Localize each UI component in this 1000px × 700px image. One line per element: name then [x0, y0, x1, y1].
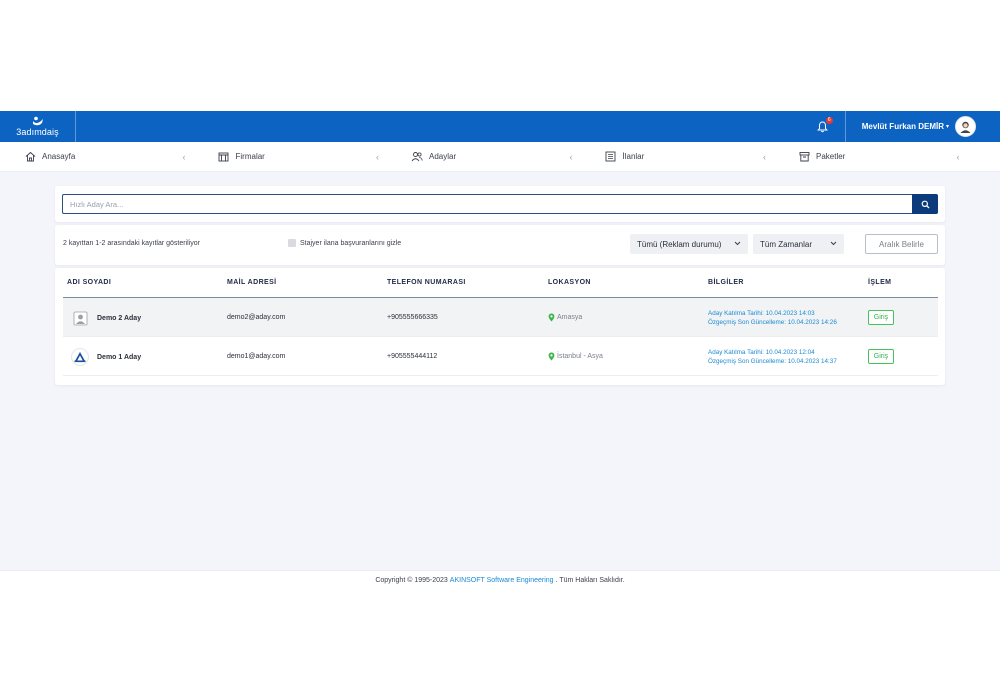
- candidate-location: Amasya: [548, 313, 582, 322]
- select-value: Tümü (Reklam durumu): [637, 239, 722, 249]
- nav-label: Firmalar: [235, 152, 265, 161]
- user-name: Mevlüt Furkan DEMİR: [861, 122, 944, 131]
- select-value: Tüm Zamanlar: [760, 239, 813, 249]
- hide-interns-checkbox[interactable]: Stajyer ilana başvuranlarını gizle: [288, 239, 401, 247]
- nav-item-ilanlar[interactable]: İlanlar ‹: [581, 142, 775, 171]
- candidate-info: Aday Katılma Tarihi: 10.04.2023 14:03 Öz…: [708, 309, 837, 327]
- search-input[interactable]: [62, 194, 912, 214]
- copyright-text: Copyright © 1995-2023: [375, 577, 448, 584]
- column-header-location[interactable]: LOKASYON: [548, 279, 591, 286]
- chevron-down-icon: [734, 241, 741, 248]
- logo-mark-icon: [32, 116, 43, 126]
- users-icon: [411, 151, 423, 163]
- filter-card: 2 kayıttan 1-2 arasındaki kayıtlar göste…: [55, 225, 945, 265]
- location-text: Amasya: [557, 314, 583, 321]
- candidate-email: demo1@aday.com: [227, 353, 286, 360]
- table-row[interactable]: Demo 2 Aday demo2@aday.com +905555666335…: [63, 298, 938, 337]
- rights-text: . Tüm Hakları Saklıdır.: [555, 577, 625, 584]
- table-header: ADI SOYADI MAİL ADRESİ TELEFON NUMARASI …: [63, 268, 938, 298]
- ad-status-select[interactable]: Tümü (Reklam durumu): [630, 234, 748, 254]
- column-header-action: İŞLEM: [868, 279, 892, 286]
- top-header: 3adımdaiş 6 Mevlüt Furkan DEMİR ▾: [0, 111, 1000, 142]
- content-area: 2 kayıttan 1-2 arasındaki kayıtlar göste…: [0, 172, 1000, 570]
- candidate-name[interactable]: Demo 1 Aday: [97, 354, 141, 361]
- nav-label: Adaylar: [429, 152, 457, 161]
- brand-name: 3adımdaiş: [16, 127, 59, 137]
- nav-item-adaylar[interactable]: Adaylar ‹: [387, 142, 581, 171]
- candidate-email: demo2@aday.com: [227, 314, 286, 321]
- time-select[interactable]: Tüm Zamanlar: [753, 234, 844, 254]
- list-icon: [605, 151, 617, 163]
- candidate-name-cell: Demo 1 Aday: [63, 348, 141, 366]
- join-date: Aday Katılma Tarihi: 10.04.2023 12:04: [708, 349, 815, 356]
- notification-badge: 6: [825, 116, 833, 124]
- date-range-button[interactable]: Aralık Belirle: [865, 234, 938, 254]
- candidate-phone: +905555444112: [387, 353, 438, 360]
- avatar: [71, 348, 89, 366]
- building-icon: [218, 151, 230, 163]
- location-text: İstanbul - Asya: [557, 353, 603, 360]
- table-row[interactable]: Demo 1 Aday demo1@aday.com +905555444112…: [63, 337, 938, 376]
- avatar[interactable]: [955, 116, 976, 137]
- column-header-name[interactable]: ADI SOYADI: [67, 279, 111, 286]
- login-button[interactable]: Giriş: [868, 310, 894, 325]
- notification-button[interactable]: 6: [813, 116, 833, 137]
- company-link[interactable]: AKINSOFT Software Engineering: [450, 577, 554, 584]
- chevron-down-icon: ▾: [945, 124, 949, 130]
- login-button[interactable]: Giriş: [868, 349, 894, 364]
- placeholder-avatar-icon: [73, 311, 87, 325]
- brand-logo[interactable]: 3adımdaiş: [0, 111, 76, 142]
- nav-label: Anasayfa: [42, 152, 76, 161]
- search-icon: [921, 200, 929, 208]
- column-header-phone[interactable]: TELEFON NUMARASI: [387, 279, 466, 286]
- checkbox[interactable]: [288, 239, 296, 247]
- nav-label: Paketler: [816, 152, 846, 161]
- cv-update-date: Özgeçmiş Son Güncelleme: 10.04.2023 14:3…: [708, 358, 837, 365]
- column-header-info[interactable]: BİLGİLER: [708, 279, 744, 286]
- nav-item-paketler[interactable]: Paketler ‹: [774, 142, 968, 171]
- column-header-email[interactable]: MAİL ADRESİ: [227, 279, 277, 286]
- candidate-phone: +905555666335: [387, 314, 438, 321]
- join-date: Aday Katılma Tarihi: 10.04.2023 14:03: [708, 310, 815, 317]
- records-info: 2 kayıttan 1-2 arasındaki kayıtlar göste…: [63, 240, 200, 247]
- chevron-down-icon: [830, 241, 837, 248]
- candidates-table: ADI SOYADI MAİL ADRESİ TELEFON NUMARASI …: [55, 268, 945, 385]
- user-avatar-icon: [960, 121, 971, 133]
- user-menu[interactable]: Mevlüt Furkan DEMİR ▾: [844, 111, 1000, 142]
- company-logo-icon: [72, 349, 88, 365]
- main-nav: Anasayfa ‹ Firmalar ‹ Adaylar ‹ İlanlar …: [0, 142, 1000, 172]
- chevron-left-icon: ‹: [569, 151, 573, 162]
- location-pin-icon: [548, 352, 555, 361]
- search-card: [55, 186, 945, 222]
- avatar: [71, 309, 89, 327]
- footer: Copyright © 1995-2023 AKINSOFT Software …: [0, 570, 1000, 590]
- chevron-left-icon: ‹: [763, 151, 766, 162]
- candidate-name[interactable]: Demo 2 Aday: [97, 315, 141, 322]
- nav-item-anasayfa[interactable]: Anasayfa ‹: [0, 142, 194, 171]
- search-button[interactable]: [912, 194, 938, 214]
- candidate-location: İstanbul - Asya: [548, 352, 603, 361]
- checkbox-label: Stajyer ilana başvuranlarını gizle: [300, 239, 402, 247]
- chevron-left-icon: ‹: [182, 151, 186, 162]
- nav-item-firmalar[interactable]: Firmalar ‹: [194, 142, 388, 171]
- chevron-left-icon: ‹: [956, 151, 960, 162]
- cv-update-date: Özgeçmiş Son Güncelleme: 10.04.2023 14:2…: [708, 319, 837, 326]
- chevron-left-icon: ‹: [376, 151, 379, 162]
- candidate-name-cell: Demo 2 Aday: [63, 309, 141, 327]
- page: 3adımdaiş 6 Mevlüt Furkan DEMİR ▾ Anasay…: [0, 0, 1000, 700]
- box-icon: [798, 151, 810, 163]
- candidate-info: Aday Katılma Tarihi: 10.04.2023 12:04 Öz…: [708, 348, 837, 366]
- home-icon: [24, 151, 36, 163]
- location-pin-icon: [548, 313, 555, 322]
- nav-label: İlanlar: [622, 152, 645, 161]
